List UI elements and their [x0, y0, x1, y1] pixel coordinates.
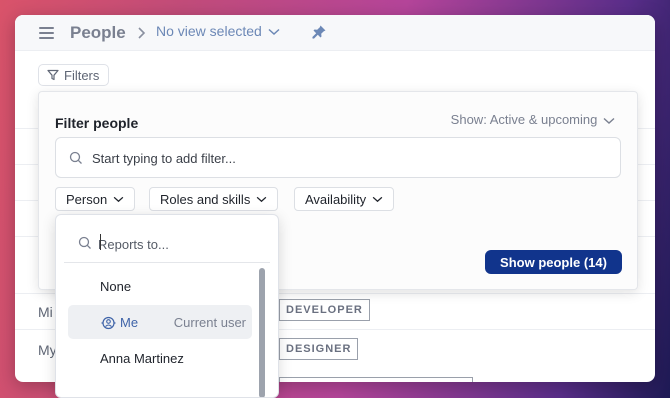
role-badge: DESIGNER: [279, 338, 359, 360]
chevron-down-icon: [372, 196, 383, 202]
chevron-down-icon: [603, 117, 615, 124]
show-status-label: Show: Active & upcoming: [450, 112, 598, 127]
search-icon: [69, 151, 82, 164]
dropdown-item-none[interactable]: None: [68, 269, 252, 303]
view-selector-label: No view selected: [156, 23, 262, 39]
chevron-right-icon: [138, 27, 146, 39]
top-bar: People No view selected: [15, 15, 655, 51]
chevron-down-icon: [268, 29, 280, 36]
reports-to-input[interactable]: [98, 233, 258, 255]
chip-label: Roles and skills: [160, 191, 251, 207]
user-target-icon: [101, 316, 116, 330]
dropdown-item-anna-martinez[interactable]: Anna Martinez: [68, 341, 252, 375]
chip-label: Person: [66, 191, 108, 207]
dropdown-item-label: Anna Martinez: [100, 351, 184, 366]
chevron-down-icon: [113, 196, 124, 202]
person-name: Mi: [38, 304, 53, 320]
person-filter-chip[interactable]: Person: [55, 187, 136, 211]
roles-and-skills-filter-chip[interactable]: Roles and skills: [149, 187, 279, 211]
chevron-down-icon: [257, 196, 267, 202]
current-user-tag: Current user: [173, 315, 246, 330]
show-people-button[interactable]: Show people (14): [485, 250, 622, 274]
availability-filter-chip[interactable]: Availability: [294, 187, 395, 211]
filters-button[interactable]: Filters: [38, 64, 110, 86]
chip-label: Availability: [305, 191, 367, 207]
dropdown-scrollbar[interactable]: [259, 268, 265, 397]
search-icon: [78, 236, 91, 249]
view-selector[interactable]: No view selected: [156, 23, 280, 39]
dropdown-item-me[interactable]: Me Current user: [68, 305, 252, 339]
person-filter-dropdown: None Me Current user Anna Martinez: [55, 214, 279, 398]
role-badge: DEVELOPER: [279, 299, 370, 321]
dropdown-item-label: None: [100, 279, 132, 294]
filters-button-label: Filters: [64, 67, 100, 83]
show-status-select[interactable]: Show: Active & upcoming: [451, 112, 615, 127]
filter-panel-title: Filter people: [55, 115, 139, 131]
role-badge: [279, 377, 473, 382]
filter-search-input[interactable]: [92, 147, 592, 169]
page-title: People: [70, 23, 126, 42]
text-cursor: [100, 234, 101, 250]
pin-icon[interactable]: [311, 24, 327, 40]
filter-funnel-icon: [47, 69, 59, 81]
person-name: My: [38, 342, 57, 358]
hamburger-menu-icon[interactable]: [39, 26, 55, 40]
filter-search-field[interactable]: [55, 137, 621, 178]
dropdown-item-label: Me: [120, 315, 139, 330]
reports-to-search[interactable]: [64, 225, 270, 263]
